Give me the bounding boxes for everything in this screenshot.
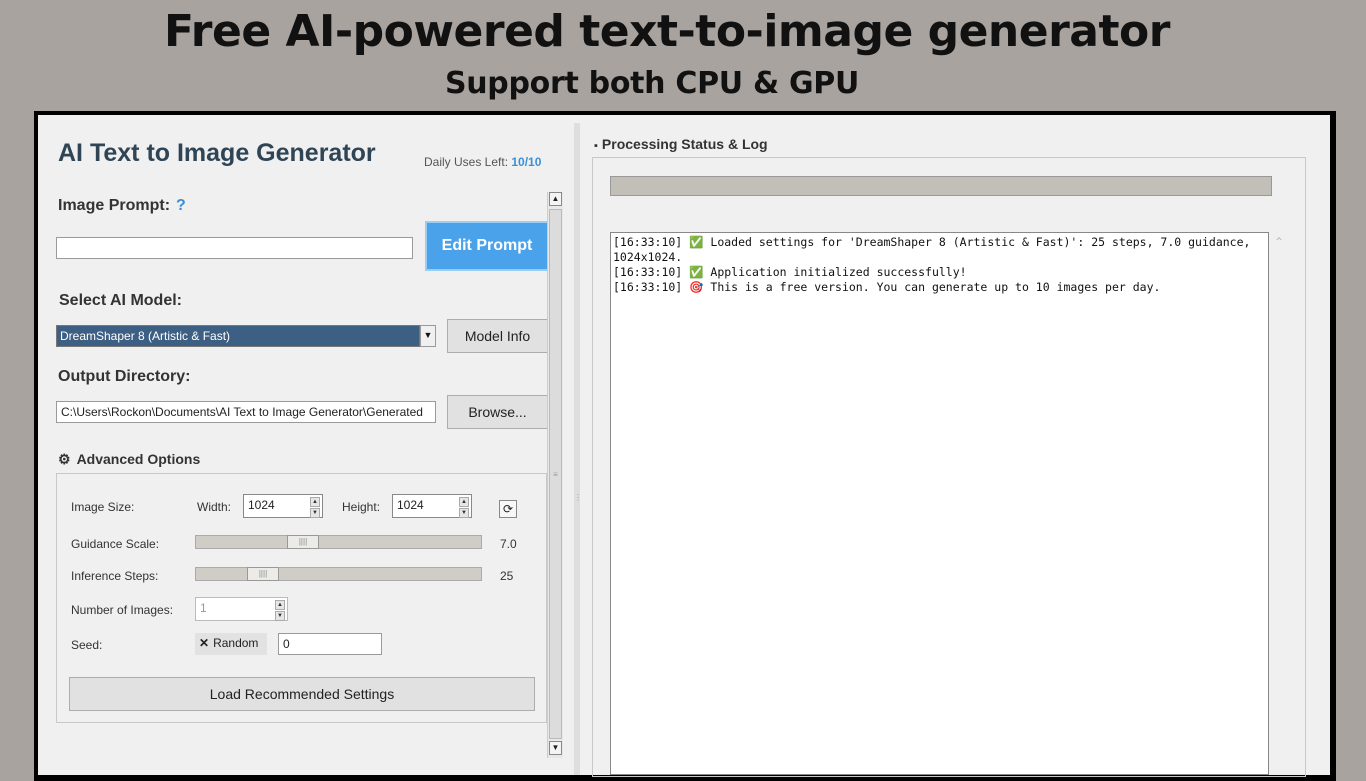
spin-down-icon[interactable]: ▼	[310, 508, 320, 518]
scrollbar-thumb[interactable]: ≡	[549, 209, 562, 739]
log-line: [16:33:10] ✅ Loaded settings for 'DreamS…	[613, 235, 1258, 264]
load-recommended-settings-button[interactable]: Load Recommended Settings	[69, 677, 535, 711]
status-title: Processing Status & Log	[601, 136, 768, 152]
spin-up-icon[interactable]: ▲	[459, 497, 469, 507]
spin-up-icon[interactable]: ▲	[275, 600, 285, 610]
app-body: AI Text to Image Generator Daily Uses Le…	[38, 115, 1330, 777]
edit-prompt-button[interactable]: Edit Prompt	[425, 221, 549, 271]
guidance-scale-slider[interactable]: ||||	[195, 535, 482, 549]
app-window: AI Text to Image Generator Daily Uses Le…	[34, 111, 1336, 781]
guidance-scale-value: 7.0	[500, 537, 517, 551]
image-size-label: Image Size:	[71, 500, 135, 514]
scroll-up-icon[interactable]: ⌃	[1274, 235, 1284, 249]
slider-thumb[interactable]: ||||	[287, 535, 319, 549]
pane-splitter[interactable]: ⋮	[574, 123, 582, 775]
model-info-button[interactable]: Model Info	[447, 319, 548, 353]
model-select[interactable]: DreamShaper 8 (Artistic & Fast)	[56, 325, 420, 347]
daily-uses: Daily Uses Left: 10/10	[424, 155, 541, 169]
log-line: [16:33:10] 🎯 This is a free version. You…	[613, 280, 1161, 294]
prompt-label-text: Image Prompt:	[58, 197, 171, 214]
browse-button[interactable]: Browse...	[447, 395, 548, 429]
height-label: Height:	[342, 500, 381, 514]
gear-icon: ⚙	[58, 451, 71, 467]
spin-down-icon[interactable]: ▼	[275, 611, 285, 621]
slider-thumb[interactable]: ||||	[247, 567, 279, 581]
inference-steps-slider[interactable]: ||||	[195, 567, 482, 581]
scroll-up-icon[interactable]: ▲	[549, 192, 562, 206]
swap-dimensions-icon[interactable]: ⟳	[499, 500, 517, 518]
width-spinbox[interactable]: 1024 ▲ ▼	[243, 494, 323, 518]
advanced-options-header[interactable]: ⚙ Advanced Options	[58, 451, 200, 468]
chevron-down-icon[interactable]: ▼	[420, 325, 436, 347]
random-label: Random	[213, 636, 259, 650]
banner-title: Free AI-powered text-to-image generator	[164, 6, 1170, 57]
log-line: [16:33:10] ✅ Application initialized suc…	[613, 265, 967, 279]
save-icon: ▪	[594, 140, 598, 152]
status-header: ▪ Processing Status & Log	[594, 136, 768, 152]
output-label: Output Directory:	[58, 368, 191, 385]
prompt-input[interactable]	[56, 237, 413, 259]
seed-input[interactable]: 0	[278, 633, 382, 655]
left-scrollbar[interactable]: ▲ ≡ ▼	[547, 192, 563, 758]
random-seed-checkbox[interactable]: ✕ Random	[195, 633, 267, 655]
width-value: 1024	[248, 498, 275, 512]
banner-subtitle: Support both CPU & GPU	[444, 66, 860, 101]
spin-up-icon[interactable]: ▲	[310, 497, 320, 507]
advanced-options-title: Advanced Options	[76, 451, 201, 467]
app-title: AI Text to Image Generator	[58, 139, 376, 167]
model-label: Select AI Model:	[59, 292, 182, 309]
seed-label: Seed:	[71, 638, 103, 652]
inference-steps-label: Inference Steps:	[71, 569, 159, 583]
prompt-label: Image Prompt:?	[58, 197, 186, 215]
log-textarea[interactable]: [16:33:10] ✅ Loaded settings for 'DreamS…	[610, 232, 1269, 775]
daily-uses-value: 10/10	[511, 155, 542, 169]
width-label: Width:	[197, 500, 232, 514]
number-of-images-label: Number of Images:	[71, 603, 174, 617]
progress-bar	[610, 176, 1272, 196]
spin-down-icon[interactable]: ▼	[459, 508, 469, 518]
output-path-input[interactable]: C:\Users\Rockon\Documents\AI Text to Ima…	[56, 401, 436, 423]
checkbox-checked-icon: ✕	[199, 636, 210, 650]
scroll-down-icon[interactable]: ▼	[549, 741, 562, 755]
number-of-images-spinbox[interactable]: 1 ▲ ▼	[195, 597, 288, 621]
number-of-images-value: 1	[200, 601, 207, 615]
inference-steps-value: 25	[500, 569, 514, 583]
height-value: 1024	[397, 498, 424, 512]
guidance-scale-label: Guidance Scale:	[71, 537, 160, 551]
height-spinbox[interactable]: 1024 ▲ ▼	[392, 494, 472, 518]
help-icon[interactable]: ?	[176, 197, 186, 214]
daily-uses-label: Daily Uses Left:	[424, 155, 509, 169]
